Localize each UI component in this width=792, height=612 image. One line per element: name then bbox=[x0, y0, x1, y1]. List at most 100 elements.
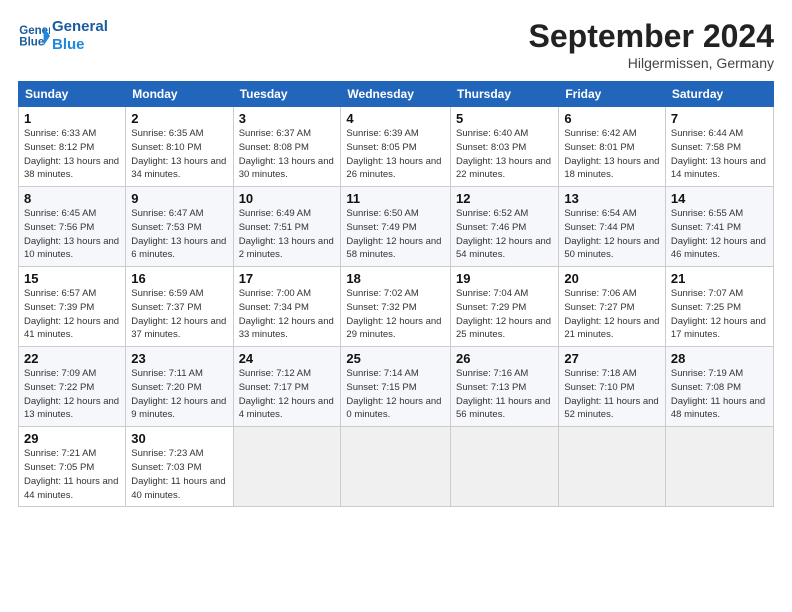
calendar-cell: 15Sunrise: 6:57 AMSunset: 7:39 PMDayligh… bbox=[19, 267, 126, 347]
day-info: Sunrise: 6:39 AMSunset: 8:05 PMDaylight:… bbox=[346, 127, 445, 182]
calendar-cell: 29Sunrise: 7:21 AMSunset: 7:05 PMDayligh… bbox=[19, 427, 126, 507]
logo-line1: General bbox=[52, 18, 108, 36]
day-info: Sunrise: 7:18 AMSunset: 7:10 PMDaylight:… bbox=[564, 367, 660, 422]
day-number: 6 bbox=[564, 111, 660, 126]
calendar-cell: 30Sunrise: 7:23 AMSunset: 7:03 PMDayligh… bbox=[126, 427, 233, 507]
day-info: Sunrise: 6:54 AMSunset: 7:44 PMDaylight:… bbox=[564, 207, 660, 262]
day-info: Sunrise: 6:59 AMSunset: 7:37 PMDaylight:… bbox=[131, 287, 227, 342]
day-number: 21 bbox=[671, 271, 768, 286]
logo-icon: General Blue bbox=[18, 20, 50, 52]
day-number: 11 bbox=[346, 191, 445, 206]
day-info: Sunrise: 6:50 AMSunset: 7:49 PMDaylight:… bbox=[346, 207, 445, 262]
day-info: Sunrise: 6:40 AMSunset: 8:03 PMDaylight:… bbox=[456, 127, 553, 182]
calendar-cell bbox=[559, 427, 666, 507]
calendar-week-5: 29Sunrise: 7:21 AMSunset: 7:05 PMDayligh… bbox=[19, 427, 774, 507]
day-info: Sunrise: 6:35 AMSunset: 8:10 PMDaylight:… bbox=[131, 127, 227, 182]
header-cell-monday: Monday bbox=[126, 82, 233, 107]
calendar-cell: 13Sunrise: 6:54 AMSunset: 7:44 PMDayligh… bbox=[559, 187, 666, 267]
day-info: Sunrise: 6:45 AMSunset: 7:56 PMDaylight:… bbox=[24, 207, 120, 262]
day-info: Sunrise: 7:12 AMSunset: 7:17 PMDaylight:… bbox=[239, 367, 336, 422]
day-number: 29 bbox=[24, 431, 120, 446]
svg-text:Blue: Blue bbox=[19, 37, 45, 49]
day-number: 9 bbox=[131, 191, 227, 206]
calendar-cell: 20Sunrise: 7:06 AMSunset: 7:27 PMDayligh… bbox=[559, 267, 666, 347]
calendar-cell: 3Sunrise: 6:37 AMSunset: 8:08 PMDaylight… bbox=[233, 107, 341, 187]
day-number: 8 bbox=[24, 191, 120, 206]
header-cell-sunday: Sunday bbox=[19, 82, 126, 107]
day-number: 22 bbox=[24, 351, 120, 366]
location: Hilgermissen, Germany bbox=[529, 55, 774, 71]
day-number: 3 bbox=[239, 111, 336, 126]
header-cell-wednesday: Wednesday bbox=[341, 82, 451, 107]
calendar-table: SundayMondayTuesdayWednesdayThursdayFrid… bbox=[18, 81, 774, 507]
calendar-page: General Blue General Blue September 2024… bbox=[0, 0, 792, 612]
day-info: Sunrise: 7:21 AMSunset: 7:05 PMDaylight:… bbox=[24, 447, 120, 502]
header-cell-friday: Friday bbox=[559, 82, 666, 107]
calendar-cell: 5Sunrise: 6:40 AMSunset: 8:03 PMDaylight… bbox=[451, 107, 559, 187]
calendar-cell: 9Sunrise: 6:47 AMSunset: 7:53 PMDaylight… bbox=[126, 187, 233, 267]
day-number: 26 bbox=[456, 351, 553, 366]
day-info: Sunrise: 7:16 AMSunset: 7:13 PMDaylight:… bbox=[456, 367, 553, 422]
calendar-cell: 1Sunrise: 6:33 AMSunset: 8:12 PMDaylight… bbox=[19, 107, 126, 187]
calendar-cell: 23Sunrise: 7:11 AMSunset: 7:20 PMDayligh… bbox=[126, 347, 233, 427]
day-info: Sunrise: 7:14 AMSunset: 7:15 PMDaylight:… bbox=[346, 367, 445, 422]
calendar-cell: 19Sunrise: 7:04 AMSunset: 7:29 PMDayligh… bbox=[451, 267, 559, 347]
calendar-cell: 25Sunrise: 7:14 AMSunset: 7:15 PMDayligh… bbox=[341, 347, 451, 427]
calendar-cell: 17Sunrise: 7:00 AMSunset: 7:34 PMDayligh… bbox=[233, 267, 341, 347]
day-info: Sunrise: 6:57 AMSunset: 7:39 PMDaylight:… bbox=[24, 287, 120, 342]
logo-line2: Blue bbox=[52, 36, 108, 54]
day-number: 5 bbox=[456, 111, 553, 126]
calendar-week-4: 22Sunrise: 7:09 AMSunset: 7:22 PMDayligh… bbox=[19, 347, 774, 427]
calendar-cell: 4Sunrise: 6:39 AMSunset: 8:05 PMDaylight… bbox=[341, 107, 451, 187]
day-info: Sunrise: 6:52 AMSunset: 7:46 PMDaylight:… bbox=[456, 207, 553, 262]
day-number: 30 bbox=[131, 431, 227, 446]
day-number: 27 bbox=[564, 351, 660, 366]
calendar-cell: 24Sunrise: 7:12 AMSunset: 7:17 PMDayligh… bbox=[233, 347, 341, 427]
day-info: Sunrise: 6:42 AMSunset: 8:01 PMDaylight:… bbox=[564, 127, 660, 182]
calendar-cell: 11Sunrise: 6:50 AMSunset: 7:49 PMDayligh… bbox=[341, 187, 451, 267]
calendar-cell: 27Sunrise: 7:18 AMSunset: 7:10 PMDayligh… bbox=[559, 347, 666, 427]
day-number: 24 bbox=[239, 351, 336, 366]
day-number: 16 bbox=[131, 271, 227, 286]
calendar-cell: 10Sunrise: 6:49 AMSunset: 7:51 PMDayligh… bbox=[233, 187, 341, 267]
day-number: 7 bbox=[671, 111, 768, 126]
day-number: 28 bbox=[671, 351, 768, 366]
day-number: 17 bbox=[239, 271, 336, 286]
calendar-cell: 18Sunrise: 7:02 AMSunset: 7:32 PMDayligh… bbox=[341, 267, 451, 347]
calendar-body: 1Sunrise: 6:33 AMSunset: 8:12 PMDaylight… bbox=[19, 107, 774, 507]
calendar-cell: 16Sunrise: 6:59 AMSunset: 7:37 PMDayligh… bbox=[126, 267, 233, 347]
day-info: Sunrise: 7:11 AMSunset: 7:20 PMDaylight:… bbox=[131, 367, 227, 422]
day-number: 4 bbox=[346, 111, 445, 126]
calendar-week-3: 15Sunrise: 6:57 AMSunset: 7:39 PMDayligh… bbox=[19, 267, 774, 347]
header-cell-thursday: Thursday bbox=[451, 82, 559, 107]
header-cell-tuesday: Tuesday bbox=[233, 82, 341, 107]
day-number: 15 bbox=[24, 271, 120, 286]
day-info: Sunrise: 7:00 AMSunset: 7:34 PMDaylight:… bbox=[239, 287, 336, 342]
calendar-cell bbox=[341, 427, 451, 507]
day-number: 12 bbox=[456, 191, 553, 206]
calendar-cell: 22Sunrise: 7:09 AMSunset: 7:22 PMDayligh… bbox=[19, 347, 126, 427]
day-info: Sunrise: 7:04 AMSunset: 7:29 PMDaylight:… bbox=[456, 287, 553, 342]
day-info: Sunrise: 6:44 AMSunset: 7:58 PMDaylight:… bbox=[671, 127, 768, 182]
day-info: Sunrise: 6:37 AMSunset: 8:08 PMDaylight:… bbox=[239, 127, 336, 182]
day-info: Sunrise: 7:09 AMSunset: 7:22 PMDaylight:… bbox=[24, 367, 120, 422]
logo: General Blue General Blue bbox=[18, 18, 108, 54]
day-number: 19 bbox=[456, 271, 553, 286]
calendar-cell bbox=[665, 427, 773, 507]
day-number: 18 bbox=[346, 271, 445, 286]
day-number: 14 bbox=[671, 191, 768, 206]
day-info: Sunrise: 6:55 AMSunset: 7:41 PMDaylight:… bbox=[671, 207, 768, 262]
day-number: 20 bbox=[564, 271, 660, 286]
day-number: 23 bbox=[131, 351, 227, 366]
calendar-cell: 2Sunrise: 6:35 AMSunset: 8:10 PMDaylight… bbox=[126, 107, 233, 187]
day-number: 25 bbox=[346, 351, 445, 366]
month-title: September 2024 bbox=[529, 18, 774, 55]
calendar-header-row: SundayMondayTuesdayWednesdayThursdayFrid… bbox=[19, 82, 774, 107]
calendar-cell bbox=[451, 427, 559, 507]
day-info: Sunrise: 6:47 AMSunset: 7:53 PMDaylight:… bbox=[131, 207, 227, 262]
day-info: Sunrise: 6:49 AMSunset: 7:51 PMDaylight:… bbox=[239, 207, 336, 262]
calendar-cell: 8Sunrise: 6:45 AMSunset: 7:56 PMDaylight… bbox=[19, 187, 126, 267]
logo-text-block: General Blue bbox=[52, 18, 108, 54]
day-number: 10 bbox=[239, 191, 336, 206]
day-number: 1 bbox=[24, 111, 120, 126]
